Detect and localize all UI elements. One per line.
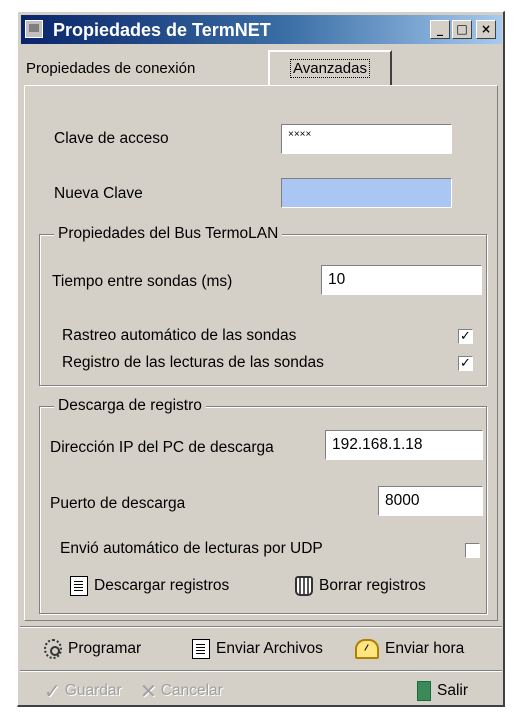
tab-advanced[interactable]: Avanzadas [268,50,392,86]
document-icon [70,576,88,596]
document-icon [192,639,210,659]
port-label: Puerto de descarga [50,495,186,512]
download-log-group: Descarga de registro Dirección IP del PC… [39,396,487,614]
password-label: Clave de acceso [54,130,169,147]
footer-separator [20,670,502,672]
send-time-button[interactable]: Enviar hora [355,637,464,661]
delete-logs-button[interactable]: Borrar registros [295,574,426,598]
new-password-label: Nueva Clave [54,185,143,202]
auto-scan-checkbox[interactable]: ✓ [458,329,473,344]
maximize-button[interactable]: □ [452,20,472,39]
send-time-label: Enviar hora [385,640,465,657]
download-log-legend: Descarga de registro [54,396,206,416]
cancel-label: Cancelar [160,682,223,699]
send-files-label: Enviar Archivos [216,640,323,657]
cancel-button[interactable]: ✕ Cancelar [140,679,223,703]
clock-icon [355,639,379,659]
bus-properties-group: Propiedades del Bus TermoLAN Tiempo entr… [39,224,487,386]
minimize-button[interactable]: _ [430,20,450,39]
udp-label: Envió automático de lecturas por UDP [60,540,323,557]
exit-button[interactable]: Salir [417,679,468,703]
udp-checkbox[interactable] [465,543,480,558]
interval-label: Tiempo entre sondas (ms) [52,273,233,290]
program-button[interactable]: Programar [44,637,141,661]
tab-advanced-label: Avanzadas [290,59,370,78]
ip-field[interactable]: 192.168.1.18 [325,430,483,460]
ip-label: Dirección IP del PC de descarga [50,439,274,456]
download-logs-button[interactable]: Descargar registros [70,574,229,598]
save-button[interactable]: ✓ Guardar [44,679,122,703]
bus-properties-legend: Propiedades del Bus TermoLAN [54,224,283,244]
log-readings-checkbox[interactable]: ✓ [458,356,473,371]
advanced-panel: Clave de acceso ×××× Nueva Clave Propied… [24,85,498,621]
window-title: Propiedades de TermNET [53,20,271,40]
log-readings-label: Registro de las lecturas de las sondas [62,354,324,371]
gear-icon [44,639,62,659]
title-bar[interactable]: Propiedades de TermNET _ □ × [21,15,502,44]
port-field[interactable]: 8000 [378,486,483,516]
check-icon: ✓ [44,679,61,703]
tab-connection-properties[interactable]: Propiedades de conexión [26,54,195,84]
new-password-field[interactable] [281,178,452,208]
send-files-button[interactable]: Enviar Archivos [192,637,323,661]
close-button[interactable]: × [476,20,496,39]
toolbar-separator [20,626,502,628]
exit-label: Salir [437,682,469,699]
trash-icon [295,576,313,596]
download-logs-label: Descargar registros [94,577,230,594]
x-icon: ✕ [140,679,157,703]
program-label: Programar [68,640,142,657]
interval-field[interactable]: 10 [321,265,482,295]
delete-logs-label: Borrar registros [319,577,426,594]
auto-scan-label: Rastreo automático de las sondas [62,327,297,344]
save-label: Guardar [64,682,122,699]
password-field[interactable]: ×××× [281,124,452,154]
door-icon [417,681,431,701]
app-icon[interactable] [25,20,43,38]
properties-window: Propiedades de TermNET _ □ × Propiedades… [17,11,505,707]
